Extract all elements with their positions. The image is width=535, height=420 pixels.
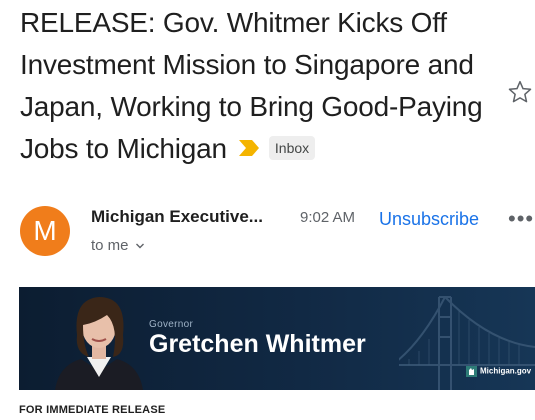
brand-text: Michigan.gov xyxy=(480,366,532,376)
sender-name[interactable]: Michigan Executive... xyxy=(91,207,263,227)
recipient-details-toggle[interactable]: to me xyxy=(91,237,145,254)
important-marker-icon[interactable] xyxy=(237,138,261,158)
unsubscribe-button[interactable]: Unsubscribe xyxy=(379,209,479,230)
inbox-label[interactable]: Inbox xyxy=(268,135,316,160)
michigan-gov-logo: Michigan.gov xyxy=(466,366,531,377)
chevron-down-icon xyxy=(135,243,144,249)
avatar-initial: M xyxy=(33,215,57,246)
sender-avatar[interactable]: M xyxy=(20,206,70,256)
michigan-mitten-icon xyxy=(466,366,477,377)
release-heading: FOR IMMEDIATE RELEASE xyxy=(19,404,166,416)
banner-title: Governor xyxy=(149,319,194,330)
email-subject: RELEASE: Gov. Whitmer Kicks Off Investme… xyxy=(20,2,490,170)
governor-portrait xyxy=(55,297,143,390)
more-options-icon[interactable]: ••• xyxy=(508,208,534,230)
governor-banner-image: Governor Gretchen Whitmer Michigan.gov xyxy=(19,287,535,390)
recipient-line: to me xyxy=(91,237,129,254)
star-icon[interactable] xyxy=(507,79,533,105)
email-timestamp: 9:02 AM xyxy=(300,209,356,226)
banner-name: Gretchen Whitmer xyxy=(149,330,366,358)
